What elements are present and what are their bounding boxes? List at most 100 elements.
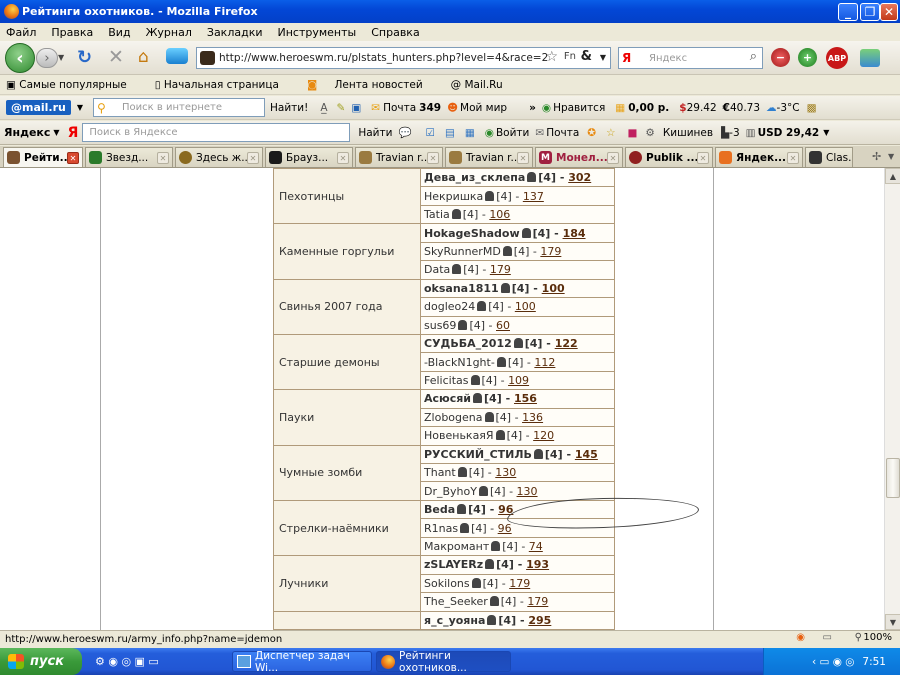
home-icon[interactable]: ⌂ [138, 47, 149, 67]
player-name-link[interactable]: Некришка [424, 190, 483, 203]
player-score-link[interactable]: 295 [528, 614, 551, 627]
player-score-link[interactable]: 130 [495, 466, 516, 479]
player-score-link[interactable]: 74 [529, 540, 543, 553]
player-name-link[interactable]: Dr_ByhoY [424, 485, 477, 498]
player-info-icon[interactable] [495, 430, 505, 441]
player-name-link[interactable]: СУДЬБА_2012 [424, 337, 512, 350]
quicklaunch-icons[interactable]: ⚙ ◉ ◎ ▣ ▭ [95, 655, 159, 668]
bookmark-star-icon[interactable]: ☆ [545, 49, 558, 65]
cart-icon[interactable]: ✪ [587, 127, 596, 139]
speech-bubble-icon[interactable]: 💬 [398, 126, 411, 139]
player-score-link[interactable]: 112 [534, 356, 555, 369]
menu-view[interactable]: Вид [108, 26, 130, 39]
player-score-link[interactable]: 130 [517, 485, 538, 498]
mailru-find-button[interactable]: Найти! [270, 102, 308, 114]
tab-browser[interactable]: Брауз... ✕ [265, 147, 353, 167]
player-info-icon[interactable] [500, 282, 510, 293]
player-info-icon[interactable] [470, 375, 480, 386]
screengrab-icon[interactable] [166, 48, 188, 64]
mailru-search-input[interactable]: ⚲ Поиск в интернете [93, 98, 266, 117]
scroll-down-icon[interactable]: ▼ [885, 614, 900, 630]
player-name-link[interactable]: Sokilons [424, 577, 470, 590]
player-name-link[interactable]: я_с_уояна [424, 614, 485, 627]
player-score-link[interactable]: 179 [540, 245, 561, 258]
bookmark-popular[interactable]: ▣ Самые популярные [6, 79, 141, 91]
tab-close-icon[interactable]: ✕ [517, 152, 529, 164]
menu-edit[interactable]: Правка [51, 26, 93, 39]
tab-close-icon[interactable]: ✕ [157, 152, 169, 164]
player-score-link[interactable]: 100 [542, 282, 565, 295]
yandex-usd-rate[interactable]: USD 29,42 [758, 127, 820, 139]
player-score-link[interactable]: 184 [563, 227, 586, 240]
translate-page-icon[interactable]: ▤ [445, 127, 455, 139]
settings-gear-icon[interactable]: ⚙ [645, 127, 654, 139]
yandex-logo[interactable]: Яндекс [4, 126, 50, 139]
player-name-link[interactable]: Thant [424, 466, 456, 479]
bookmark-news-feed[interactable]: ◙ Лента новостей [307, 79, 437, 91]
tray-icons[interactable]: ‹ ▭ ◉ ◎ [812, 656, 854, 668]
player-score-link[interactable]: 106 [489, 208, 510, 221]
tab-travian-1[interactable]: Travian r... ✕ [355, 147, 443, 167]
mailru-menu-icon[interactable]: ▼ [77, 103, 83, 112]
menu-file[interactable]: Файл [6, 26, 36, 39]
player-name-link[interactable]: -BlackN1ght- [424, 356, 495, 369]
url-dropdown-icon[interactable]: ▼ [600, 53, 606, 62]
player-name-link[interactable]: НовенькаяЯ [424, 429, 494, 442]
player-score-link[interactable]: 179 [527, 595, 548, 608]
player-info-icon[interactable] [484, 411, 494, 422]
city-name[interactable]: Кишинев [663, 127, 713, 139]
bookmark-mailru[interactable]: @ Mail.Ru [451, 79, 517, 91]
url-bar[interactable]: http://www.heroeswm.ru/plstats_hunters.p… [196, 47, 611, 69]
tab-monel[interactable]: M Монел... ✕ [535, 147, 623, 167]
player-score-link[interactable]: 136 [522, 411, 543, 424]
pencil-icon[interactable]: ✎ [337, 102, 346, 114]
start-button[interactable]: пуск [0, 648, 82, 675]
player-name-link[interactable]: R1nas [424, 522, 458, 535]
history-dropdown-icon[interactable]: ▼ [58, 53, 64, 62]
search-input[interactable]: Я Яндекс ⌕ [618, 47, 763, 69]
player-info-icon[interactable] [491, 540, 501, 551]
scroll-thumb[interactable] [886, 458, 900, 498]
myworld-link[interactable]: Мой мир [460, 102, 507, 114]
yandex-mail-link[interactable]: Почта [546, 127, 579, 139]
tab-here[interactable]: Здесь ж... ✕ [175, 147, 263, 167]
yandex-menu-icon[interactable]: ▼ [53, 128, 59, 137]
player-score-link[interactable]: 120 [533, 429, 554, 442]
task-firefox[interactable]: Рейтинги охотников... [376, 650, 511, 674]
player-info-icon[interactable] [485, 559, 495, 570]
player-info-icon[interactable] [478, 485, 488, 496]
spellcheck-icon[interactable]: ☑ [426, 127, 435, 139]
money-balance[interactable]: 0,00 р. [628, 102, 669, 114]
tab-close-icon[interactable]: ✕ [787, 152, 799, 164]
player-info-icon[interactable] [457, 504, 467, 515]
ampersand-icon[interactable]: & [581, 49, 592, 64]
search-icon[interactable]: ⌕ [750, 49, 757, 64]
player-info-icon[interactable] [473, 393, 483, 404]
text-size-icon[interactable]: A̲ [320, 102, 327, 114]
player-name-link[interactable]: Zlobogena [424, 411, 483, 424]
menu-tools[interactable]: Инструменты [278, 26, 357, 39]
player-name-link[interactable]: Tatia [424, 208, 450, 221]
player-name-link[interactable]: sus69 [424, 319, 456, 332]
minimize-button[interactable]: _ [838, 3, 858, 21]
screenshot-icon[interactable]: ▣ [351, 102, 361, 114]
page-scrollbar[interactable]: ▲ ▼ [884, 168, 900, 630]
weather-temp[interactable]: -3°C [777, 102, 800, 114]
scroll-up-icon[interactable]: ▲ [885, 168, 900, 184]
player-score-link[interactable]: 302 [568, 171, 591, 184]
yandex-engine-icon[interactable]: Я [622, 51, 631, 65]
player-info-icon[interactable] [521, 227, 531, 238]
view-mode-icon[interactable]: ▭ [823, 632, 832, 643]
tab-clas[interactable]: Clas... [805, 147, 853, 167]
reload-icon[interactable]: ↻ [77, 47, 92, 68]
player-info-icon[interactable] [513, 338, 523, 349]
player-name-link[interactable]: Beda [424, 503, 455, 516]
player-score-link[interactable]: 179 [509, 577, 530, 590]
zoom-out-icon[interactable]: − [771, 48, 790, 67]
player-score-link[interactable]: 145 [575, 448, 598, 461]
player-info-icon[interactable] [487, 614, 497, 625]
player-score-link[interactable]: 137 [523, 190, 544, 203]
player-info-icon[interactable] [452, 264, 462, 275]
player-info-icon[interactable] [471, 577, 481, 588]
tab-close-icon[interactable]: ✕ [607, 152, 619, 164]
